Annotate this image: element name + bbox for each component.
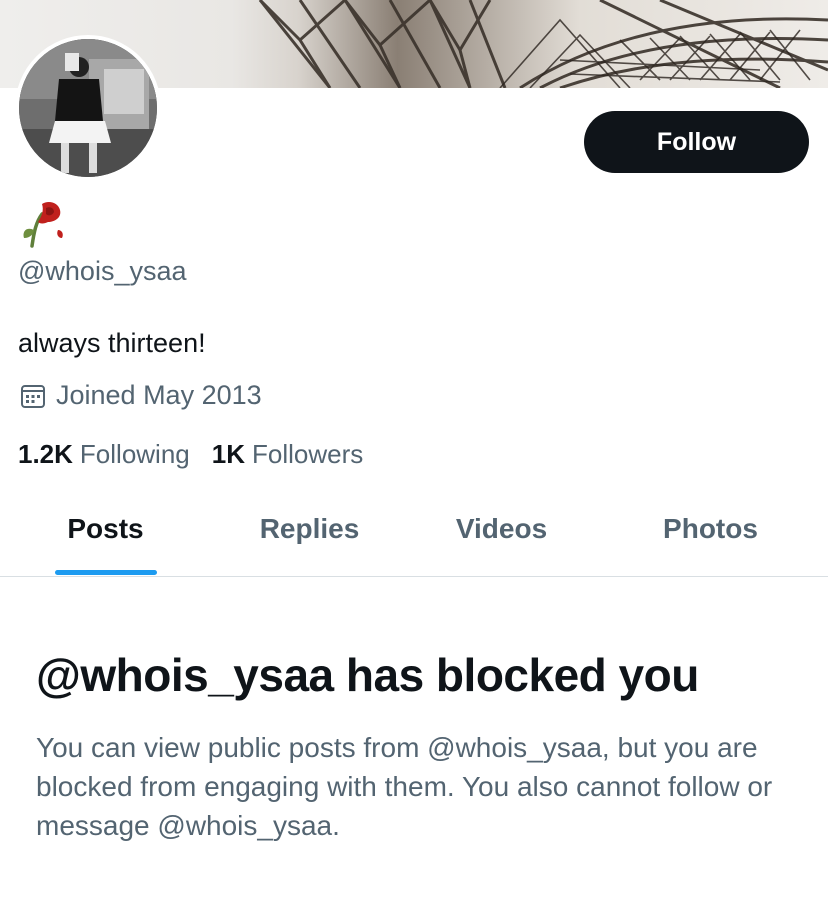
followers-stat[interactable]: 1K Followers bbox=[212, 439, 364, 470]
tab-posts-label: Posts bbox=[67, 513, 144, 544]
avatar-photo bbox=[19, 39, 157, 177]
wilted-rose-icon bbox=[18, 196, 68, 248]
profile-handle: @whois_ysaa bbox=[18, 256, 187, 286]
tab-replies-label: Replies bbox=[259, 513, 360, 544]
following-count: 1.2K bbox=[18, 439, 73, 469]
profile-tabs: Posts Replies Videos Photos bbox=[0, 500, 828, 577]
tab-photos-label: Photos bbox=[663, 513, 758, 544]
profile-stats: 1.2K Following 1K Followers bbox=[18, 439, 363, 470]
joined-date-label: Joined May 2013 bbox=[56, 380, 262, 410]
blocked-title: @whois_ysaa has blocked you bbox=[36, 649, 699, 701]
tab-videos-label: Videos bbox=[455, 513, 548, 544]
tab-replies[interactable]: Replies bbox=[204, 500, 415, 576]
active-tab-indicator bbox=[54, 570, 157, 575]
blocked-message: You can view public posts from @whois_ys… bbox=[36, 732, 773, 841]
followers-label: Followers bbox=[252, 439, 364, 469]
following-label: Following bbox=[79, 439, 190, 469]
tab-posts[interactable]: Posts bbox=[0, 500, 211, 576]
profile-bio: always thirteen! bbox=[18, 328, 206, 358]
avatar[interactable] bbox=[15, 35, 161, 181]
tab-photos[interactable]: Photos bbox=[605, 500, 816, 576]
followers-count: 1K bbox=[211, 439, 245, 469]
following-stat[interactable]: 1.2K Following bbox=[18, 439, 190, 470]
joined-date: Joined May 2013 bbox=[20, 380, 262, 411]
tab-videos[interactable]: Videos bbox=[396, 500, 607, 576]
calendar-icon bbox=[21, 384, 45, 408]
follow-button[interactable]: Follow bbox=[584, 111, 809, 173]
